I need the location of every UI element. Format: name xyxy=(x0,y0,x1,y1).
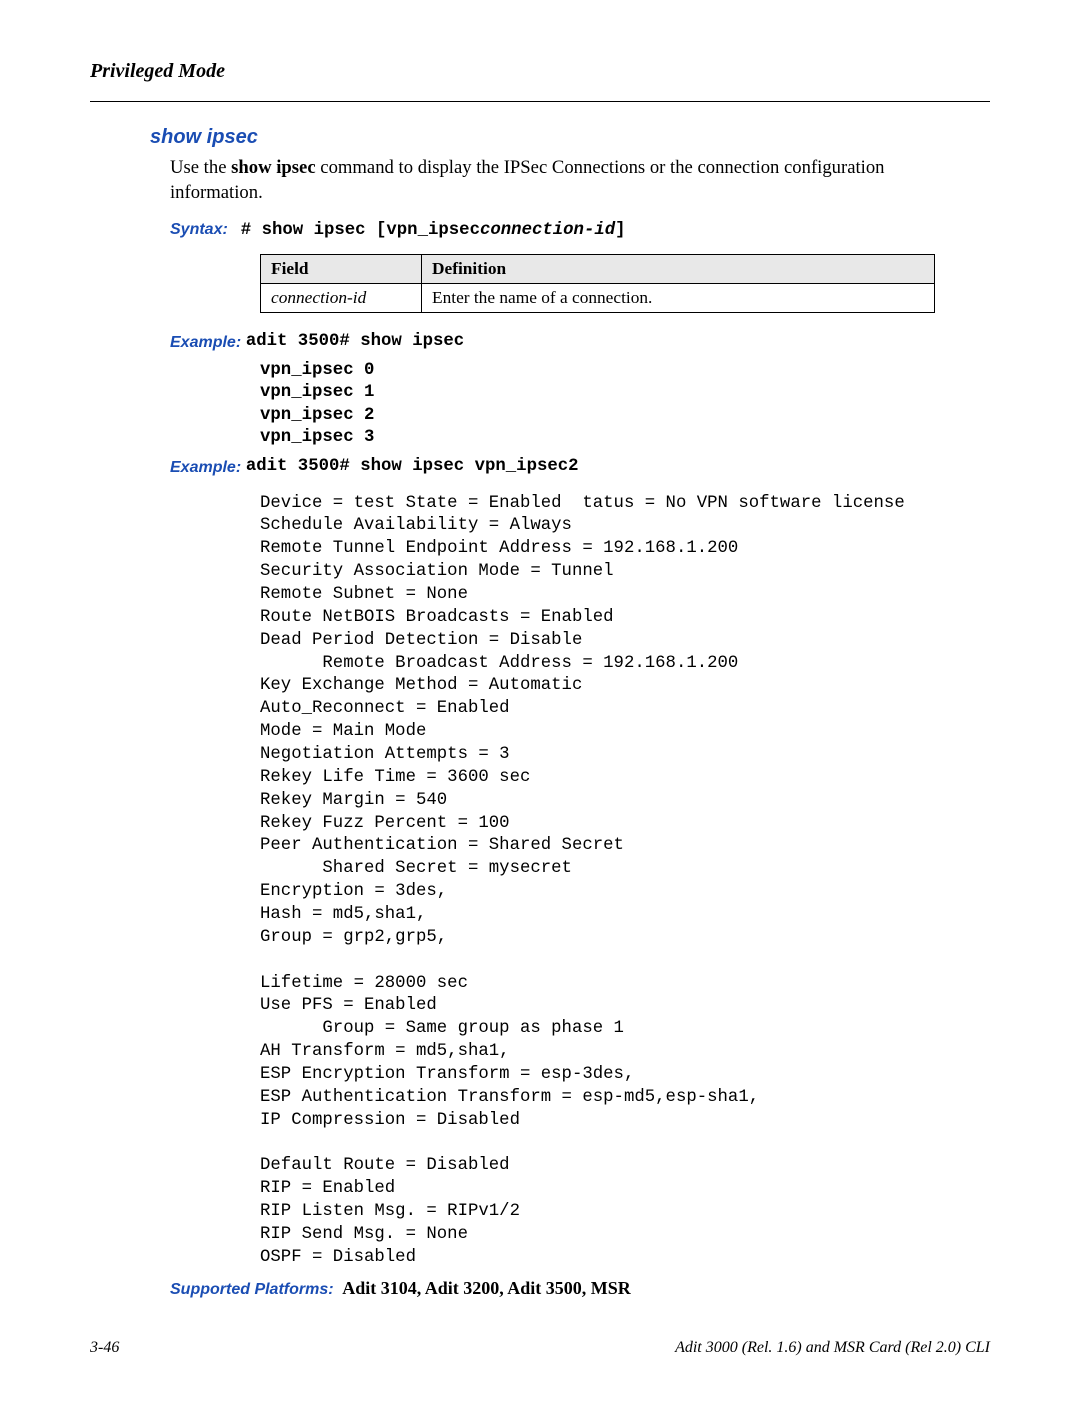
syntax-prefix: # show ipsec [vpn_ipsec xyxy=(241,221,480,240)
example-1: Example: adit 3500# show ipsec xyxy=(170,331,990,354)
footer-right: Adit 3000 (Rel. 1.6) and MSR Card (Rel 2… xyxy=(675,1339,990,1357)
th-definition: Definition xyxy=(422,255,935,284)
syntax-param: connection-id xyxy=(480,221,615,240)
command-description: Use the show ipsec command to display th… xyxy=(170,155,970,205)
syntax-suffix: ] xyxy=(615,221,625,240)
example-cmd: adit 3500# show ipsec vpn_ipsec2 xyxy=(246,456,579,479)
example-label: Example: xyxy=(170,459,241,477)
syntax-label: Syntax: xyxy=(170,221,228,239)
td-field: connection-id xyxy=(261,284,422,313)
example-1-lines: vpn_ipsec 0 vpn_ipsec 1 vpn_ipsec 2 vpn_… xyxy=(260,360,990,450)
field-table: Field Definition connection-id Enter the… xyxy=(260,254,935,313)
syntax-row: Syntax: # show ipsec [vpn_ipsecconnectio… xyxy=(170,219,990,240)
table-row: connection-id Enter the name of a connec… xyxy=(261,284,935,313)
example-cmd: adit 3500# show ipsec xyxy=(246,331,464,354)
page-header: Privileged Mode xyxy=(90,60,990,102)
footer-left: 3-46 xyxy=(90,1339,119,1357)
example-2-output: Device = test State = Enabled tatus = No… xyxy=(260,493,990,1270)
example-label: Example: xyxy=(170,334,241,352)
supported-value: Adit 3104, Adit 3200, Adit 3500, MSR xyxy=(342,1278,631,1298)
td-definition: Enter the name of a connection. xyxy=(422,284,935,313)
th-field: Field xyxy=(261,255,422,284)
desc-bold: show ipsec xyxy=(231,157,315,178)
desc-pre: Use the xyxy=(170,157,231,178)
supported-platforms: Supported Platforms: Adit 3104, Adit 320… xyxy=(170,1278,990,1299)
page-footer: 3-46 Adit 3000 (Rel. 1.6) and MSR Card (… xyxy=(90,1339,990,1357)
command-title: show ipsec xyxy=(150,126,990,149)
supported-label: Supported Platforms: xyxy=(170,1281,334,1299)
example-2: Example: adit 3500# show ipsec vpn_ipsec… xyxy=(170,456,990,479)
table-header-row: Field Definition xyxy=(261,255,935,284)
